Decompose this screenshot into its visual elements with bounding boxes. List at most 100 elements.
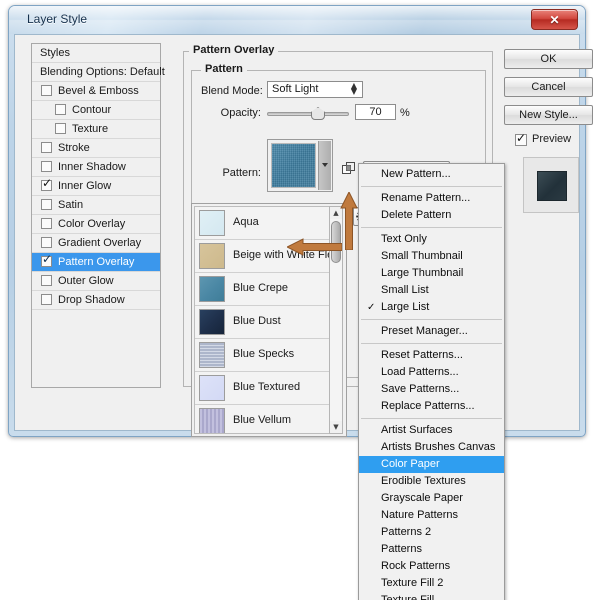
menu-item-label: Nature Patterns bbox=[381, 509, 458, 521]
checkbox-gradient-overlay[interactable] bbox=[41, 237, 52, 248]
style-item-label: Satin bbox=[58, 199, 83, 211]
checkbox-outer-glow[interactable] bbox=[41, 275, 52, 286]
style-item-label: Outer Glow bbox=[58, 275, 114, 287]
pattern-picker[interactable] bbox=[267, 139, 333, 192]
pattern-list-item[interactable]: Blue Vellum bbox=[195, 405, 329, 434]
menu-item-reset-patterns[interactable]: Reset Patterns... bbox=[359, 347, 504, 364]
pattern-thumbnail bbox=[199, 309, 225, 335]
menu-item-rock-patterns[interactable]: Rock Patterns bbox=[359, 558, 504, 575]
checkbox-inner-glow[interactable] bbox=[41, 180, 52, 191]
menu-item-large-thumbnail[interactable]: Large Thumbnail bbox=[359, 265, 504, 282]
menu-item-replace-patterns[interactable]: Replace Patterns... bbox=[359, 398, 504, 415]
menu-item-delete-pattern[interactable]: Delete Pattern bbox=[359, 207, 504, 224]
opacity-label: Opacity: bbox=[201, 107, 261, 119]
menu-item-label: Replace Patterns... bbox=[381, 400, 475, 412]
checkbox-satin[interactable] bbox=[41, 199, 52, 210]
menu-item-small-list[interactable]: Small List bbox=[359, 282, 504, 299]
menu-item-label: Erodible Textures bbox=[381, 475, 466, 487]
checkbox-texture[interactable] bbox=[55, 123, 66, 134]
pattern-list-item[interactable]: Blue Textured bbox=[195, 372, 329, 405]
menu-item-load-patterns[interactable]: Load Patterns... bbox=[359, 364, 504, 381]
menu-separator bbox=[361, 227, 502, 228]
checkbox-pattern-overlay[interactable] bbox=[41, 256, 52, 267]
menu-item-grayscale-paper[interactable]: Grayscale Paper bbox=[359, 490, 504, 507]
new-style-button[interactable]: New Style... bbox=[504, 105, 593, 125]
style-item-texture[interactable]: Texture bbox=[32, 120, 160, 139]
cancel-button[interactable]: Cancel bbox=[504, 77, 593, 97]
menu-item-text-only[interactable]: Text Only bbox=[359, 231, 504, 248]
menu-item-artists-brushes-canvas[interactable]: Artists Brushes Canvas bbox=[359, 439, 504, 456]
style-item-inner-shadow[interactable]: Inner Shadow bbox=[32, 158, 160, 177]
menu-item-label: Reset Patterns... bbox=[381, 349, 463, 361]
style-preview-chip bbox=[537, 171, 567, 201]
menu-item-label: Grayscale Paper bbox=[381, 492, 463, 504]
menu-item-artist-surfaces[interactable]: Artist Surfaces bbox=[359, 422, 504, 439]
style-item-stroke[interactable]: Stroke bbox=[32, 139, 160, 158]
style-item-label: Color Overlay bbox=[58, 218, 125, 230]
menu-item-preset-manager[interactable]: Preset Manager... bbox=[359, 323, 504, 340]
title-bar: Layer Style ✕ bbox=[9, 6, 585, 34]
opacity-input[interactable]: 70 bbox=[355, 104, 396, 120]
checkbox-preview[interactable] bbox=[515, 134, 527, 146]
opacity-unit-label: % bbox=[400, 107, 410, 119]
pattern-list-item[interactable]: Aqua bbox=[195, 207, 329, 240]
scroll-down-arrow-icon[interactable]: ▼ bbox=[330, 421, 342, 433]
check-icon: ✓ bbox=[367, 299, 375, 316]
menu-item-new-pattern[interactable]: New Pattern... bbox=[359, 166, 504, 183]
menu-item-label: Artists Brushes Canvas bbox=[381, 441, 495, 453]
annotation-arrow-up-icon bbox=[340, 192, 358, 250]
style-item-color-overlay[interactable]: Color Overlay bbox=[32, 215, 160, 234]
pattern-group-title: Pattern bbox=[201, 63, 247, 75]
checkbox-color-overlay[interactable] bbox=[41, 218, 52, 229]
style-item-label: Contour bbox=[72, 104, 111, 116]
opacity-slider-track[interactable] bbox=[267, 112, 349, 116]
style-item-drop-shadow[interactable]: Drop Shadow bbox=[32, 291, 160, 310]
pattern-options-context-menu: New Pattern... Rename Pattern... Delete … bbox=[358, 163, 505, 600]
menu-item-label: New Pattern... bbox=[381, 168, 451, 180]
pattern-picker-dropdown-arrow[interactable] bbox=[318, 141, 331, 190]
pattern-thumbnail bbox=[199, 342, 225, 368]
checkbox-bevel-emboss[interactable] bbox=[41, 85, 52, 96]
sidebar-item-blending-options[interactable]: Blending Options: Default bbox=[32, 63, 160, 82]
menu-item-save-patterns[interactable]: Save Patterns... bbox=[359, 381, 504, 398]
style-item-inner-glow[interactable]: Inner Glow bbox=[32, 177, 160, 196]
menu-item-label: Small Thumbnail bbox=[381, 250, 463, 262]
checkbox-inner-shadow[interactable] bbox=[41, 161, 52, 172]
style-item-contour[interactable]: Contour bbox=[32, 101, 160, 120]
menu-item-large-list[interactable]: ✓ Large List bbox=[359, 299, 504, 316]
style-item-label: Stroke bbox=[58, 142, 90, 154]
checkbox-drop-shadow[interactable] bbox=[41, 294, 52, 305]
new-style-button-label: New Style... bbox=[519, 109, 578, 121]
menu-item-label: Save Patterns... bbox=[381, 383, 459, 395]
menu-item-erodible-textures[interactable]: Erodible Textures bbox=[359, 473, 504, 490]
menu-item-texture-fill[interactable]: Texture Fill bbox=[359, 592, 504, 600]
menu-item-color-paper[interactable]: Color Paper bbox=[359, 456, 504, 473]
style-item-gradient-overlay[interactable]: Gradient Overlay bbox=[32, 234, 160, 253]
menu-item-label: Texture Fill bbox=[381, 594, 434, 600]
pattern-list-item[interactable]: Blue Specks bbox=[195, 339, 329, 372]
menu-item-nature-patterns[interactable]: Nature Patterns bbox=[359, 507, 504, 524]
menu-item-small-thumbnail[interactable]: Small Thumbnail bbox=[359, 248, 504, 265]
menu-item-label: Text Only bbox=[381, 233, 427, 245]
style-item-satin[interactable]: Satin bbox=[32, 196, 160, 215]
ok-button[interactable]: OK bbox=[504, 49, 593, 69]
blend-mode-select[interactable]: Soft Light ▲▼ bbox=[267, 81, 363, 98]
checkbox-contour[interactable] bbox=[55, 104, 66, 115]
style-item-outer-glow[interactable]: Outer Glow bbox=[32, 272, 160, 291]
link-to-layer-icon[interactable] bbox=[342, 162, 355, 175]
style-item-label: Texture bbox=[72, 123, 108, 135]
menu-item-label: Rename Pattern... bbox=[381, 192, 470, 204]
pattern-name: Blue Textured bbox=[233, 381, 300, 393]
menu-item-texture-fill-2[interactable]: Texture Fill 2 bbox=[359, 575, 504, 592]
menu-item-rename-pattern[interactable]: Rename Pattern... bbox=[359, 190, 504, 207]
close-button[interactable]: ✕ bbox=[531, 9, 578, 30]
style-item-bevel-emboss[interactable]: Bevel & Emboss bbox=[32, 82, 160, 101]
pattern-name: Aqua bbox=[233, 216, 259, 228]
style-item-pattern-overlay[interactable]: Pattern Overlay bbox=[32, 253, 160, 272]
checkbox-stroke[interactable] bbox=[41, 142, 52, 153]
cancel-button-label: Cancel bbox=[531, 81, 565, 93]
pattern-list-item[interactable]: Blue Crepe bbox=[195, 273, 329, 306]
pattern-list-item[interactable]: Blue Dust bbox=[195, 306, 329, 339]
menu-item-patterns[interactable]: Patterns bbox=[359, 541, 504, 558]
menu-item-patterns-2[interactable]: Patterns 2 bbox=[359, 524, 504, 541]
